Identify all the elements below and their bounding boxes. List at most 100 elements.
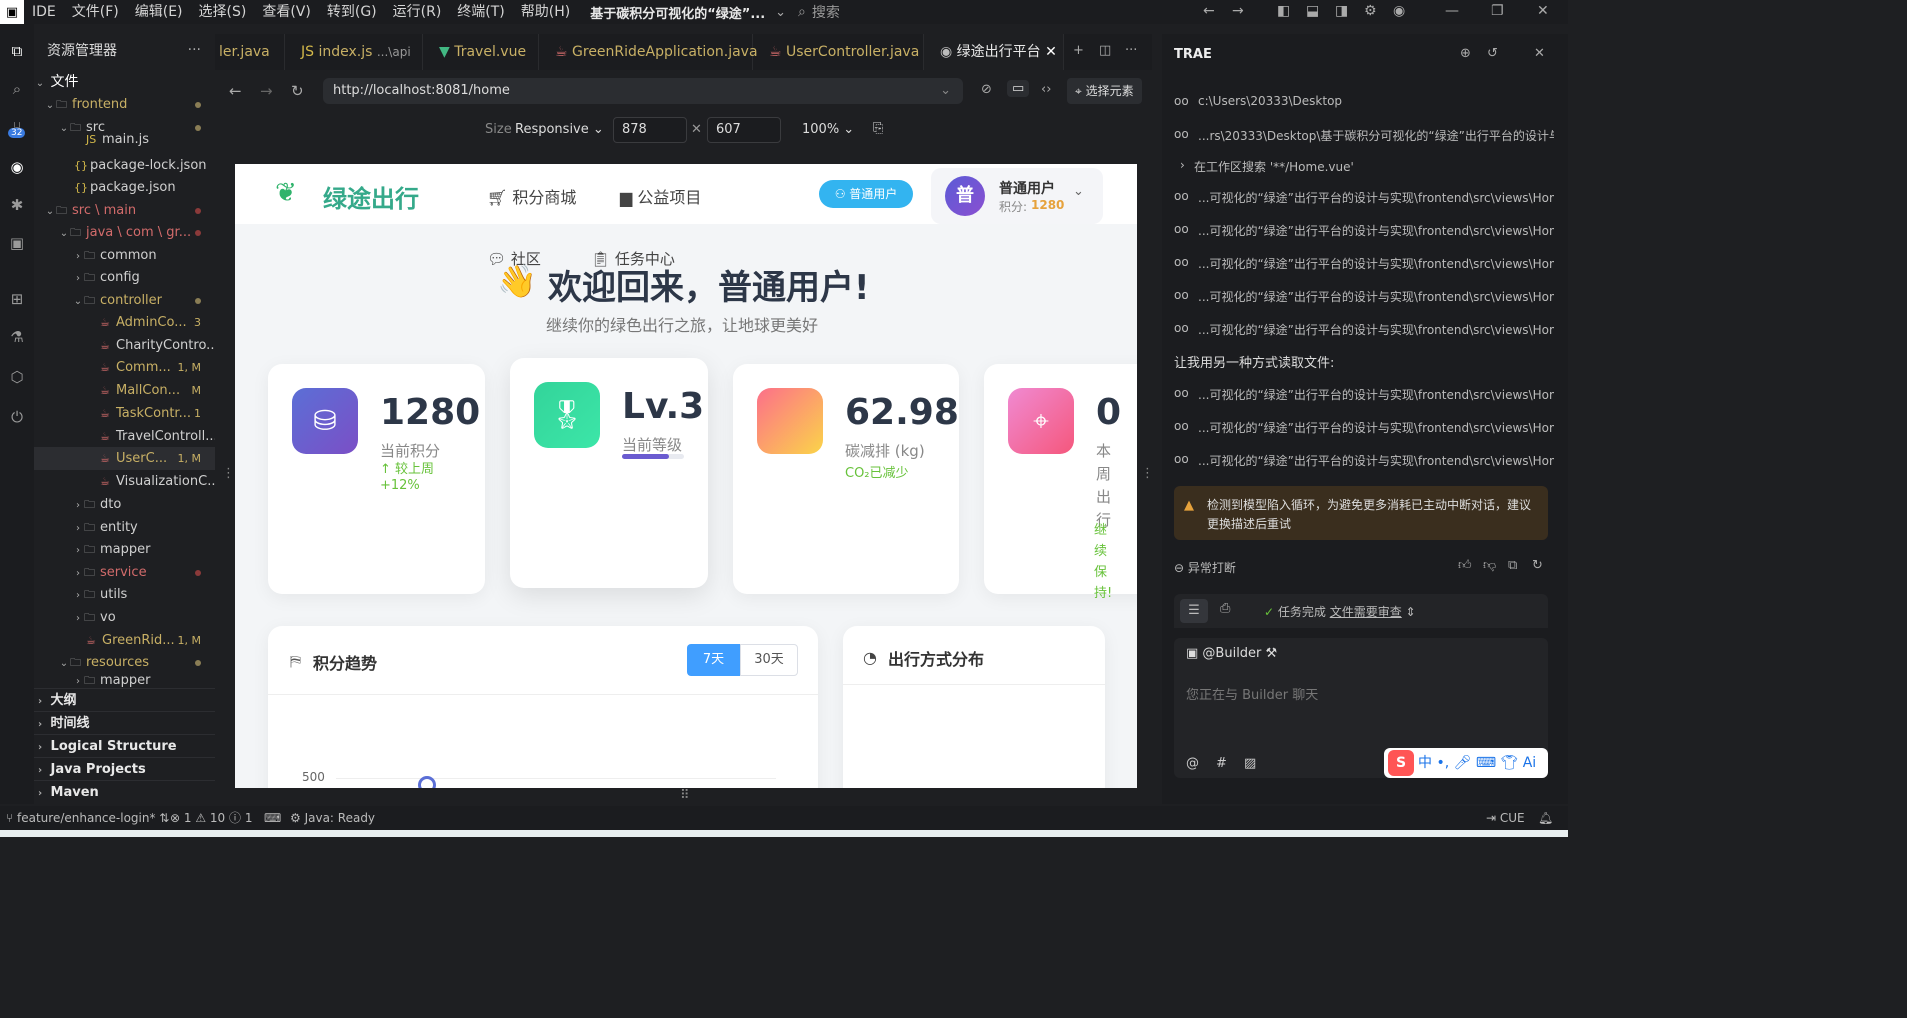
chevron-down-icon[interactable]: ⌄	[940, 78, 951, 104]
range-7-button[interactable]: 7天	[687, 644, 740, 676]
toggle-sidebar-icon[interactable]: ◧	[1277, 3, 1290, 19]
tree-item[interactable]: › 🗀 dto	[34, 493, 215, 516]
resize-handle-right[interactable]: ⋮	[1141, 466, 1154, 481]
search-icon[interactable]: ⌕	[6, 80, 28, 102]
debug-icon[interactable]: ✱	[6, 196, 28, 218]
workspace-root[interactable]: ⌄ 文件	[34, 71, 215, 94]
menu-select[interactable]: 选择(S)	[191, 0, 255, 24]
close-icon[interactable]: ✕	[1045, 44, 1057, 60]
tree-item[interactable]: ☕ MallCon... M	[34, 379, 215, 402]
tab-index-js[interactable]: JS index.js ...\api	[285, 34, 423, 70]
zoom-select[interactable]: 100% ⌄	[802, 122, 854, 137]
pick-element-button[interactable]: ⌖ 选择元素	[1067, 78, 1142, 104]
toggle-right-panel-icon[interactable]: ◨	[1335, 3, 1348, 19]
tree-item[interactable]: ☕ GreenRid... 1, M	[34, 629, 215, 652]
explorer-icon[interactable]: ⧉	[6, 42, 28, 64]
power-icon[interactable]: ⏻	[6, 408, 28, 430]
more-icon[interactable]: ···	[188, 42, 201, 58]
checklist-icon[interactable]: ☰	[1180, 599, 1208, 623]
back-icon[interactable]: ←	[1203, 3, 1215, 19]
package-icon[interactable]: ⬡	[6, 368, 28, 390]
tab-usercontroller[interactable]: ☕ UserController.java	[753, 34, 924, 70]
split-icon[interactable]: ◫	[1099, 43, 1111, 58]
resize-handle-bottom[interactable]: ⠿	[680, 788, 690, 803]
maximize-icon[interactable]: ❐	[1491, 3, 1504, 19]
tree-item[interactable]: ☕ TaskContr... 1	[34, 402, 215, 425]
tree-item[interactable]: ☕ VisualizationC...	[34, 470, 215, 493]
history-icon[interactable]: ↺	[1487, 46, 1498, 61]
file-icon[interactable]: ⎙	[1220, 601, 1230, 616]
menu-edit[interactable]: 编辑(E)	[127, 0, 191, 24]
section-outline[interactable]: › 大纲	[34, 688, 215, 711]
size-mode-select[interactable]: Responsive ⌄	[515, 122, 604, 137]
compass-icon[interactable]: ⊘	[981, 82, 992, 97]
menu-help[interactable]: 帮助(H)	[513, 0, 578, 24]
tree-item[interactable]: › 🗀 common	[34, 244, 215, 267]
add-icon[interactable]: +	[1073, 43, 1084, 58]
menu-file[interactable]: 文件(F)	[64, 0, 127, 24]
user-menu[interactable]: 普 普通用户 积分: 1280 ⌄	[931, 168, 1103, 224]
tree-item[interactable]: ⌄ 🗀 src \ main	[34, 199, 215, 222]
tab-greenride[interactable]: ☕ GreenRideApplication.java	[539, 34, 758, 70]
forward-icon[interactable]: →	[260, 82, 273, 100]
copy-icon[interactable]: ⧉	[1508, 558, 1517, 573]
device-icon[interactable]: ▭	[1007, 80, 1030, 97]
remote-icon[interactable]: ▣	[6, 234, 28, 256]
tab-controller[interactable]: ler.java	[215, 34, 285, 70]
chevron-down-icon[interactable]: ⌄	[775, 5, 786, 20]
forward-icon[interactable]: →	[1232, 3, 1244, 19]
tab-travel-vue[interactable]: ▼ Travel.vue	[423, 34, 539, 70]
tab-preview[interactable]: ◉ 绿途出行平台 ✕	[924, 34, 1064, 70]
close-icon[interactable]: ✕	[1537, 3, 1549, 19]
width-input[interactable]: 878	[613, 117, 687, 143]
nav-charity[interactable]: ▆ 公益项目	[620, 184, 701, 208]
range-30-button[interactable]: 30天	[740, 644, 798, 676]
bell-icon[interactable]: 🔔︎	[1538, 806, 1553, 830]
height-input[interactable]: 607	[707, 117, 781, 143]
tree-item[interactable]: ⌄ 🗀 controller	[34, 289, 215, 312]
preview-icon[interactable]: ◉	[6, 158, 28, 180]
tree-item[interactable]: ☕ TravelControll...	[34, 425, 215, 448]
url-input[interactable]: http://localhost:8081/home ⌄	[323, 78, 963, 104]
resize-handle-left[interactable]: ⋮	[222, 466, 235, 481]
problems-status[interactable]: ⊗ 1 ⚠ 10 ⓘ 1	[170, 806, 253, 830]
menu-ide[interactable]: IDE	[24, 0, 64, 24]
reload-icon[interactable]: ↻	[291, 82, 304, 100]
tree-item[interactable]: › 🗀 service	[34, 561, 215, 584]
java-status[interactable]: ⚙ Java: Ready	[290, 806, 375, 830]
cue-status[interactable]: ⇥ CUE	[1486, 806, 1525, 830]
section-java-projects[interactable]: › Java Projects	[34, 757, 215, 780]
testing-icon[interactable]: ⚗	[6, 328, 28, 350]
tree-item[interactable]: › 🗀 vo	[34, 606, 215, 629]
minimize-icon[interactable]: —	[1445, 3, 1459, 19]
new-chat-icon[interactable]: ⊕	[1460, 46, 1471, 61]
more-icon[interactable]: ···	[1125, 43, 1137, 58]
section-maven[interactable]: › Maven	[34, 780, 215, 803]
ime-toolbar[interactable]: S中 •, 🎤︎ ⌨ 👕︎ Ai	[1384, 748, 1548, 778]
menu-terminal[interactable]: 终端(T)	[449, 0, 512, 24]
agent-selector[interactable]: ▣ @Builder ⚒	[1186, 646, 1277, 661]
code-icon[interactable]: ‹›	[1041, 82, 1051, 97]
tree-item[interactable]: ☕ Comm... 1, M	[34, 356, 215, 379]
tree-item[interactable]: › 🗀 entity	[34, 516, 215, 539]
tool-line[interactable]: › 在工作区搜索 '**/Home.vue'	[1174, 158, 1554, 175]
tree-item[interactable]: {} package-lock.json	[34, 154, 215, 177]
window-title[interactable]: 基于碳积分可视化的“绿途”...	[590, 3, 765, 22]
mention-icon[interactable]: @	[1186, 756, 1199, 771]
tree-item[interactable]: {} package.json	[34, 176, 215, 199]
tree-item[interactable]: › 🗀 mapper	[34, 538, 215, 561]
tree-item[interactable]: ☕ CharityContro...	[34, 334, 215, 357]
tree-item[interactable]: JS main.js	[34, 132, 215, 148]
task-link[interactable]: 文件需要审查	[1330, 605, 1402, 619]
tree-item[interactable]: ⌄ 🗀 resources	[34, 651, 215, 674]
thumbs-up-icon[interactable]: 👍︎	[1458, 558, 1472, 573]
menu-goto[interactable]: 转到(G)	[319, 0, 385, 24]
brand-name[interactable]: 绿途出行	[323, 179, 419, 214]
toggle-panel-icon[interactable]: ⬓	[1306, 3, 1319, 19]
tree-item-selected[interactable]: ☕ UserC... 1, M	[34, 447, 215, 470]
menu-run[interactable]: 运行(R)	[385, 0, 450, 24]
tree-item[interactable]: ⌄ 🗀 java \ com \ gr...	[34, 221, 215, 244]
hash-icon[interactable]: #	[1216, 756, 1227, 771]
tree-item[interactable]: › 🗀 utils	[34, 583, 215, 606]
tree-item[interactable]: ⌄ 🗀 frontend	[34, 93, 215, 116]
